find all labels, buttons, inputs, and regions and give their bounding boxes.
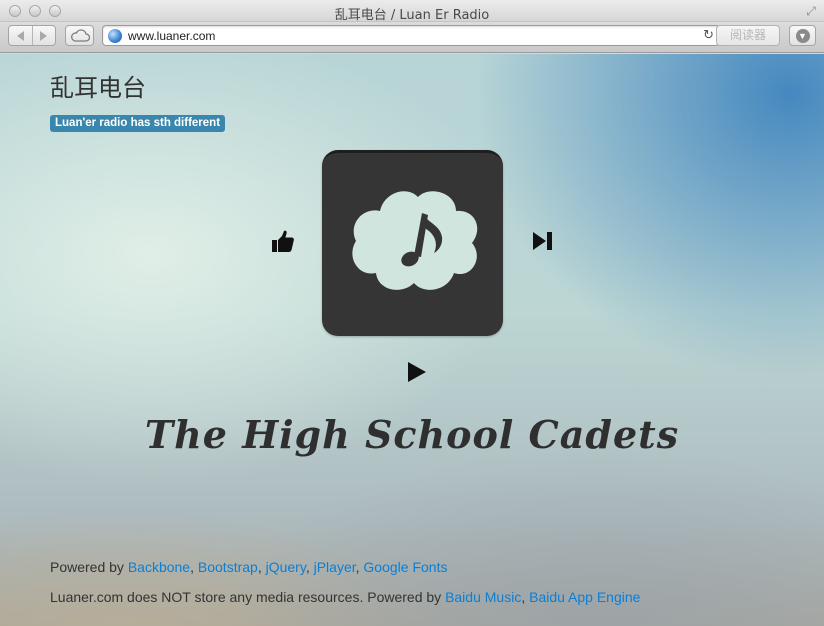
downloads-button[interactable]: ▼ — [789, 25, 816, 46]
url-text[interactable]: www.luaner.com — [128, 29, 215, 43]
back-arrow-icon — [16, 30, 24, 41]
album-cover — [322, 150, 503, 336]
play-icon[interactable] — [404, 360, 428, 384]
footer-credits-prefix: Powered by — [50, 559, 128, 575]
browser-toolbar: www.luaner.com ↻ 阅读器 ▼ — [0, 22, 824, 53]
link-jplayer[interactable]: jPlayer — [314, 559, 356, 575]
address-bar[interactable]: www.luaner.com ↻ — [102, 25, 720, 46]
site-title: 乱耳电台 — [50, 74, 146, 102]
link-backbone[interactable]: Backbone — [128, 559, 190, 575]
link-google-fonts[interactable]: Google Fonts — [363, 559, 447, 575]
next-track-icon[interactable] — [531, 230, 555, 252]
download-icon: ▼ — [795, 28, 810, 43]
globe-icon — [108, 29, 122, 43]
forward-button[interactable] — [31, 26, 56, 45]
fullscreen-icon[interactable]: ⤢ — [804, 4, 818, 18]
back-button[interactable] — [9, 26, 32, 45]
link-baidu-app-engine[interactable]: Baidu App Engine — [529, 589, 640, 605]
reload-icon[interactable]: ↻ — [703, 27, 714, 43]
icloud-tabs-icon — [70, 29, 90, 42]
tagline-badge: Luan'er radio has sth different — [50, 115, 226, 132]
page-content: 乱耳电台 Luan'er radio has sth different The… — [0, 54, 824, 626]
window-title: 乱耳电台 / Luan Er Radio — [334, 8, 490, 23]
nav-button-group — [8, 25, 56, 46]
icloud-tabs-button[interactable] — [65, 25, 94, 46]
link-bootstrap[interactable]: Bootstrap — [198, 559, 258, 575]
reader-button[interactable]: 阅读器 — [716, 25, 780, 46]
link-jquery[interactable]: jQuery — [266, 559, 306, 575]
forward-arrow-icon — [40, 30, 48, 41]
song-title: The High School Cadets — [144, 412, 680, 457]
music-note-icon — [352, 191, 478, 290]
window-titlebar: 乱耳电台 / Luan Er Radio ⤢ — [0, 0, 824, 23]
footer-disclaimer-text: Luaner.com does NOT store any media reso… — [50, 589, 446, 605]
thumbs-up-icon[interactable] — [270, 228, 296, 254]
link-baidu-music[interactable]: Baidu Music — [445, 589, 521, 605]
footer-credits: Powered by Backbone, Bootstrap, jQuery, … — [50, 559, 448, 575]
footer-disclaimer: Luaner.com does NOT store any media reso… — [50, 589, 641, 605]
